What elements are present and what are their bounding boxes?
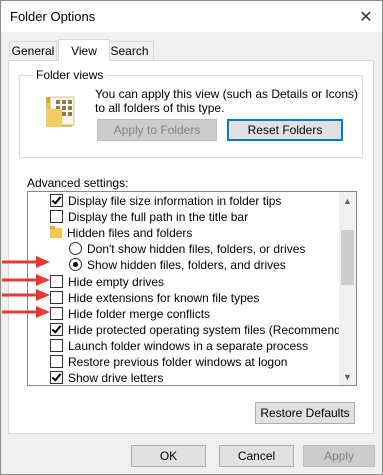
checkbox-display-full-path[interactable] <box>50 210 63 223</box>
scrollbar-thumb[interactable] <box>341 230 354 285</box>
annotation-arrow-icon <box>2 256 50 268</box>
scroll-down-icon[interactable]: ▼ <box>339 368 356 385</box>
window-title: Folder Options <box>10 9 96 24</box>
radio-show-hidden[interactable] <box>69 258 82 271</box>
apply-to-folders-label: Apply to Folders <box>113 123 201 137</box>
checkbox-launch-separate-process[interactable] <box>50 339 63 352</box>
setting-restore-previous-windows[interactable]: Restore previous folder windows at logon <box>50 353 287 370</box>
setting-label: Show drive letters <box>68 370 164 385</box>
apply-button[interactable]: Apply <box>303 445 375 467</box>
vertical-scrollbar[interactable]: ▲ ▼ <box>339 192 356 385</box>
setting-label: Hide folder merge conflicts <box>68 306 211 321</box>
setting-hide-extensions[interactable]: Hide extensions for known file types <box>50 289 259 306</box>
setting-dont-show-hidden[interactable]: Don't show hidden files, folders, or dri… <box>69 240 305 257</box>
annotation-arrow-icon <box>2 306 50 318</box>
tab-search-label: Search <box>110 44 149 58</box>
setting-hidden-files-folder: Hidden files and folders <box>50 224 192 241</box>
apply-to-folders-button[interactable]: Apply to Folders <box>97 119 217 141</box>
folder-views-label: Folder views <box>33 68 107 82</box>
restore-defaults-button[interactable]: Restore Defaults <box>255 402 355 424</box>
title-bar: Folder Options ✕ <box>1 1 382 32</box>
folder-view-icon <box>46 96 75 127</box>
annotation-arrow-icon <box>2 274 50 286</box>
setting-label: Hide extensions for known file types <box>68 290 260 305</box>
folder-views-description: You can apply this view (such as Details… <box>95 87 359 115</box>
setting-launch-separate-process[interactable]: Launch folder windows in a separate proc… <box>50 337 308 354</box>
setting-label: Display file size information in folder … <box>68 193 282 208</box>
setting-label: Show hidden files, folders, and drives <box>87 257 286 272</box>
setting-display-file-size[interactable]: Display file size information in folder … <box>50 192 281 209</box>
tab-general[interactable]: General <box>9 41 57 60</box>
restore-defaults-label: Restore Defaults <box>260 406 350 420</box>
scroll-up-icon[interactable]: ▲ <box>339 192 356 209</box>
setting-hide-merge-conflicts[interactable]: Hide folder merge conflicts <box>50 305 210 322</box>
setting-label: Don't show hidden files, folders, or dri… <box>87 241 306 256</box>
checkbox-show-drive-letters[interactable] <box>50 371 63 384</box>
setting-hide-protected-os-files[interactable]: Hide protected operating system files (R… <box>50 321 357 338</box>
checkbox-display-file-size[interactable] <box>50 194 63 207</box>
checkbox-restore-previous-windows[interactable] <box>50 355 63 368</box>
tab-view[interactable]: View <box>58 39 110 61</box>
setting-show-hidden[interactable]: Show hidden files, folders, and drives <box>69 256 286 273</box>
setting-label: Display the full path in the title bar <box>68 209 249 224</box>
setting-display-full-path[interactable]: Display the full path in the title bar <box>50 208 248 225</box>
radio-dont-show-hidden[interactable] <box>69 242 82 255</box>
cancel-label: Cancel <box>237 449 276 463</box>
annotation-arrow-icon <box>2 289 50 301</box>
ok-label: OK <box>159 449 178 463</box>
tab-search[interactable]: Search <box>105 41 154 60</box>
cancel-button[interactable]: Cancel <box>219 445 294 467</box>
ok-button[interactable]: OK <box>131 445 206 467</box>
setting-label: Hidden files and folders <box>67 225 193 240</box>
tab-general-label: General <box>11 44 55 58</box>
setting-label: Restore previous folder windows at logon <box>68 354 288 369</box>
checkbox-hide-protected-os-files[interactable] <box>50 323 63 336</box>
advanced-settings-label: Advanced settings: <box>27 176 129 190</box>
reset-folders-label: Reset Folders <box>247 123 323 137</box>
advanced-settings-tree[interactable]: Display file size information in folder … <box>27 191 357 386</box>
tab-view-label: View <box>71 43 97 58</box>
setting-hide-empty-drives[interactable]: Hide empty drives <box>50 273 164 290</box>
setting-show-drive-letters[interactable]: Show drive letters <box>50 369 164 385</box>
setting-label: Launch folder windows in a separate proc… <box>68 338 309 353</box>
apply-label: Apply <box>323 449 355 463</box>
setting-label: Hide empty drives <box>68 274 165 289</box>
setting-label: Hide protected operating system files (R… <box>68 322 357 337</box>
folder-icon <box>50 225 62 238</box>
close-icon[interactable]: ✕ <box>350 1 382 32</box>
reset-folders-button[interactable]: Reset Folders <box>227 119 343 141</box>
